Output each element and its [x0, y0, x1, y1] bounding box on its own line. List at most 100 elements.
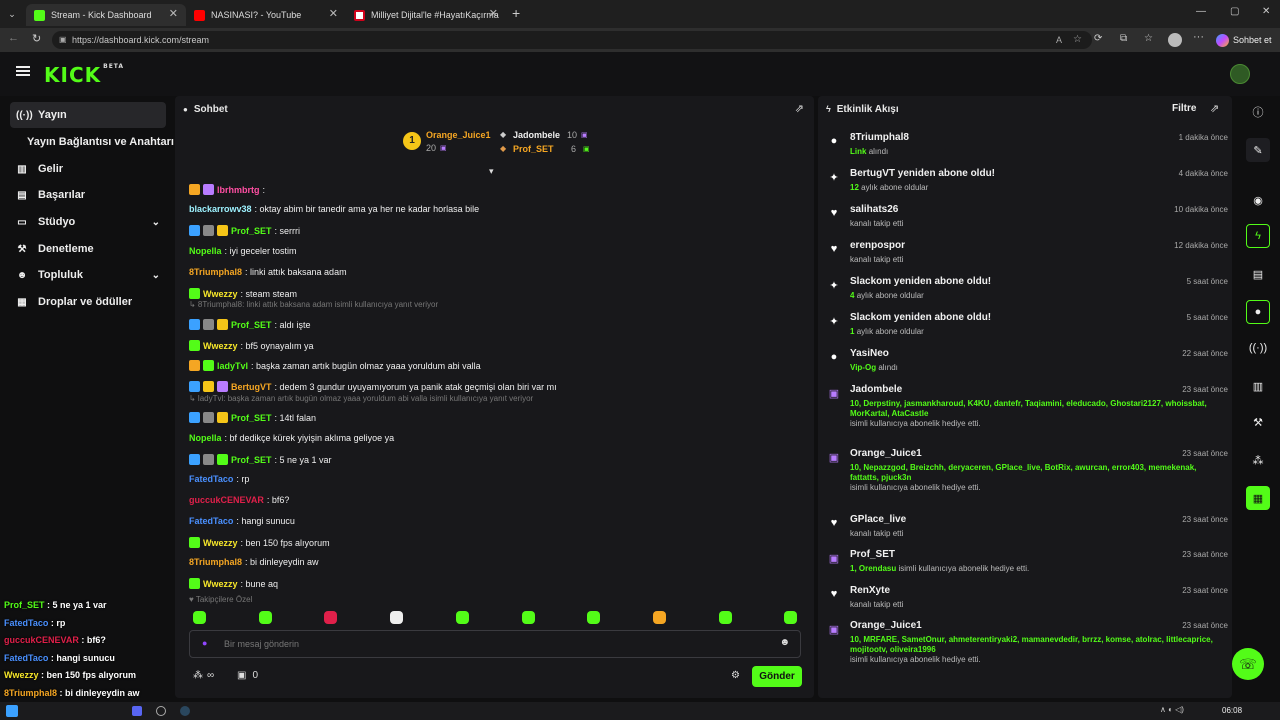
close-tab-icon[interactable]: ✕ — [329, 7, 338, 20]
chat-username[interactable]: Wwezzy — [203, 538, 238, 548]
chat-settings-icon[interactable]: ⚙ — [731, 670, 740, 681]
new-tab-icon[interactable]: + — [512, 5, 520, 21]
chat-username[interactable]: Wwezzy — [203, 341, 238, 351]
leader-3-name[interactable]: Prof_SET — [513, 144, 554, 154]
edit-icon[interactable]: ✎ — [1246, 138, 1270, 162]
chat-username[interactable]: 8Triumphal8 — [189, 267, 242, 277]
back-icon[interactable]: ← — [8, 32, 19, 44]
emote-icon[interactable] — [193, 611, 206, 624]
event-name[interactable]: 8Triumphal8 — [850, 132, 909, 143]
sidebar-item-denetleme[interactable]: ⚒ Denetleme — [10, 236, 166, 262]
tab-milliyet[interactable]: Milliyet Dijital'le #HayatıKaçırma ✕ — [346, 4, 506, 26]
reload-icon[interactable]: ↻ — [32, 32, 41, 45]
maximize-icon[interactable]: ▢ — [1230, 6, 1239, 17]
chat-username[interactable]: Wwezzy — [203, 289, 238, 299]
chat-toggle-icon[interactable]: ● — [1246, 300, 1270, 324]
event-name[interactable]: YasiNeo — [850, 348, 889, 359]
chat-username[interactable]: Nopella — [189, 433, 222, 443]
emote-icon[interactable] — [718, 611, 732, 624]
chevron-down-icon[interactable]: ⌄ — [152, 270, 160, 281]
event-name[interactable]: RenXyte — [850, 585, 890, 596]
chat-username[interactable]: Wwezzy — [203, 579, 238, 589]
read-aloud-icon[interactable]: A — [1056, 31, 1062, 49]
tab-list-icon[interactable]: ⌄ — [4, 6, 20, 22]
chat-username[interactable]: Nopella — [189, 246, 222, 256]
start-icon[interactable] — [6, 705, 18, 717]
filter-button[interactable]: Filtre — [1172, 103, 1196, 114]
chat-username[interactable]: guccukCENEVAR — [189, 495, 264, 505]
chat-username[interactable]: 8Triumphal8 — [189, 557, 242, 567]
kick-logo[interactable]: KICK BETA — [44, 63, 124, 87]
chat-username[interactable]: blackarrowv38 — [189, 204, 252, 214]
info-icon[interactable]: ⓘ — [1246, 100, 1270, 124]
event-name[interactable]: Prof_SET — [850, 549, 895, 560]
emote-icon[interactable] — [258, 611, 272, 624]
event-name[interactable]: erenpospor — [850, 240, 905, 251]
close-tab-icon[interactable]: ✕ — [489, 7, 498, 20]
chat-username[interactable]: lbrhmbrtg — [217, 185, 260, 195]
support-chat-button[interactable]: ☏ — [1232, 648, 1264, 680]
sidebar-item-stream-key[interactable]: Yayın Bağlantısı ve Anahtarı — [10, 129, 175, 155]
tab-kick-dashboard[interactable]: Stream - Kick Dashboard ✕ — [26, 4, 186, 26]
activity-toggle-icon[interactable]: ϟ — [1246, 224, 1270, 248]
sidebar-item-yayin[interactable]: ((·)) Yayın — [10, 102, 166, 128]
event-name[interactable]: GPlace_live — [850, 514, 906, 525]
copilot-button[interactable]: Sohbet et — [1216, 32, 1272, 48]
leader-1-name[interactable]: Orange_Juice1 — [426, 130, 491, 140]
chat-username[interactable]: Prof_SET — [231, 226, 272, 236]
profile-avatar[interactable] — [1168, 33, 1182, 47]
popout-icon[interactable]: ⇗ — [795, 102, 804, 115]
url-field[interactable]: ▣ https://dashboard.kick.com/stream A ☆ — [52, 31, 1092, 49]
emote-icon[interactable] — [521, 611, 535, 624]
notes-icon[interactable]: ▤ — [1246, 262, 1270, 286]
emote-icon[interactable] — [784, 611, 798, 624]
event-name[interactable]: BertugVT yeniden abone oldu! — [850, 168, 995, 179]
extensions-icon[interactable]: ⟳ — [1094, 33, 1102, 44]
wrench-icon[interactable]: ⚒ — [1246, 410, 1270, 434]
event-name[interactable]: salihats26 — [850, 204, 898, 215]
emote-icon[interactable] — [324, 611, 338, 624]
chat-username[interactable]: Prof_SET — [231, 320, 272, 330]
event-name[interactable]: Slackom yeniden abone oldu! — [850, 276, 991, 287]
taskbar-app-icon[interactable] — [156, 706, 166, 716]
hamburger-menu-icon[interactable] — [16, 64, 30, 78]
popout-icon[interactable]: ⇗ — [1210, 102, 1219, 115]
event-name[interactable]: Slackom yeniden abone oldu! — [850, 312, 991, 323]
event-name[interactable]: Orange_Juice1 — [850, 620, 922, 631]
pinned-toggle-icon[interactable]: ▾ — [489, 166, 494, 177]
split-screen-icon[interactable]: ⧉ — [1120, 33, 1127, 44]
sidebar-item-basarilar[interactable]: ▤ Başarılar — [10, 182, 166, 208]
close-tab-icon[interactable]: ✕ — [169, 7, 178, 20]
emoji-icon[interactable]: ☻ — [779, 637, 790, 648]
taskbar-app-icon[interactable] — [132, 706, 142, 716]
emote-icon[interactable] — [390, 611, 404, 624]
message-input[interactable]: ● Bir mesaj gönderin ☻ — [189, 630, 801, 658]
chevron-down-icon[interactable]: ⌄ — [152, 217, 160, 228]
chat-username[interactable]: Prof_SET — [231, 455, 272, 465]
chat-username[interactable]: FatedTaco — [189, 474, 233, 484]
chat-username[interactable]: ladyTvl — [217, 361, 248, 371]
broadcast-icon[interactable]: ((·)) — [1246, 336, 1270, 360]
sidebar-item-gelir[interactable]: ▥ Gelir — [10, 156, 166, 182]
chat-username[interactable]: Prof_SET — [231, 413, 272, 423]
queue-icon[interactable]: ▥ — [1246, 374, 1270, 398]
favorite-star-icon[interactable]: ☆ — [1073, 31, 1082, 49]
more-menu-icon[interactable]: ··· — [1193, 31, 1204, 43]
sidebar-item-droplar[interactable]: ▦ Droplar ve ödüller — [10, 289, 166, 315]
sidebar-item-studyo[interactable]: ▭ Stüdyo ⌄ — [10, 209, 166, 235]
camera-icon[interactable]: ◉ — [1246, 188, 1270, 212]
rewards-icon[interactable]: ⁂ — [1246, 448, 1270, 472]
send-button[interactable]: Gönder — [752, 666, 802, 687]
close-window-icon[interactable]: ✕ — [1262, 6, 1270, 17]
emote-icon[interactable] — [455, 611, 469, 624]
favorites-icon[interactable]: ☆ — [1144, 33, 1153, 44]
minimize-icon[interactable]: — — [1196, 6, 1206, 17]
chat-username[interactable]: BertugVT — [231, 382, 272, 392]
tab-youtube[interactable]: NASINASI? - YouTube ✕ — [186, 4, 346, 26]
site-info-icon[interactable]: ▣ — [59, 31, 67, 49]
event-name[interactable]: Jadombele — [850, 384, 902, 395]
emote-icon[interactable] — [652, 611, 666, 624]
leader-2-name[interactable]: Jadombele — [513, 130, 560, 140]
steam-icon[interactable] — [180, 706, 190, 716]
user-avatar[interactable] — [1230, 64, 1250, 84]
